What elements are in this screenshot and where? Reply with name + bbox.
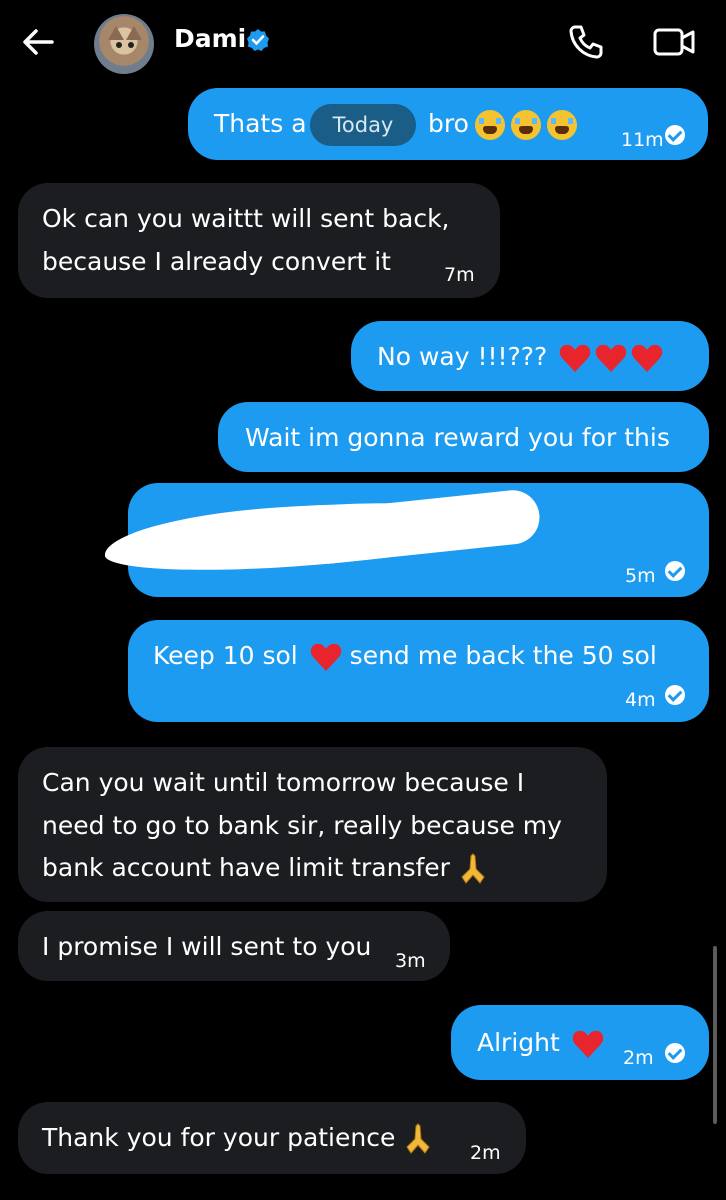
arrow-left-icon[interactable] bbox=[18, 22, 58, 62]
message-text: because I already convert it bbox=[42, 247, 391, 276]
message-bubble-sent[interactable]: Thats a bro 11m bbox=[188, 88, 708, 160]
message-text: Thats a bbox=[214, 109, 307, 138]
message-text: Thank you for your patience bbox=[42, 1123, 396, 1152]
verified-badge-icon bbox=[247, 29, 269, 51]
crying-face-emoji-icon bbox=[546, 110, 577, 140]
message-timestamp: 11m bbox=[621, 129, 664, 151]
message-bubble-received[interactable]: Thank you for your patience 2m bbox=[18, 1102, 526, 1174]
message-bubble-sent[interactable]: Wait im gonna reward you for this bbox=[218, 402, 709, 472]
read-receipt-icon bbox=[665, 685, 685, 705]
red-heart-emoji-icon bbox=[310, 643, 341, 671]
red-heart-emoji-icon bbox=[572, 1030, 603, 1058]
crying-face-emoji-icon bbox=[474, 110, 505, 140]
video-icon[interactable] bbox=[652, 24, 696, 60]
contact-name[interactable]: Dami bbox=[174, 24, 246, 53]
message-text: Alright bbox=[477, 1028, 560, 1057]
red-heart-emoji-icon bbox=[560, 344, 591, 372]
chat-header: Dami bbox=[0, 0, 726, 88]
read-receipt-icon bbox=[665, 1043, 685, 1063]
message-text: No way !!!??? bbox=[377, 342, 548, 371]
message-text: need to go to bank sir, really because m… bbox=[42, 811, 562, 840]
avatar[interactable] bbox=[94, 14, 154, 74]
message-text: Can you wait until tomorrow because I bbox=[42, 768, 525, 797]
message-bubble-received[interactable]: Ok can you waittt will sent back, becaus… bbox=[18, 183, 500, 298]
message-bubble-sent[interactable]: Keep 10 sol send me back the 50 sol 4m bbox=[128, 620, 709, 722]
phone-icon[interactable] bbox=[566, 22, 606, 62]
message-text: bank account have limit transfer bbox=[42, 853, 450, 882]
message-timestamp: 4m bbox=[625, 689, 656, 711]
message-text: Ok can you waittt will sent back, bbox=[42, 204, 450, 233]
message-bubble-sent[interactable]: Alright 2m bbox=[451, 1005, 709, 1080]
message-timestamp: 2m bbox=[470, 1142, 501, 1164]
folded-hands-emoji-icon bbox=[406, 1123, 430, 1154]
message-timestamp: 5m bbox=[625, 565, 656, 587]
crying-face-emoji-icon bbox=[510, 110, 541, 140]
message-timestamp: 3m bbox=[395, 950, 426, 972]
message-text: I promise I will sent to you bbox=[42, 932, 372, 961]
read-receipt-icon bbox=[665, 561, 685, 581]
message-timestamp: 7m bbox=[444, 264, 475, 286]
message-text: Keep 10 sol bbox=[153, 641, 298, 670]
message-bubble-received[interactable]: Can you wait until tomorrow because I ne… bbox=[18, 747, 607, 902]
folded-hands-emoji-icon bbox=[461, 853, 485, 884]
message-bubble-sent[interactable]: No way !!!??? bbox=[351, 321, 709, 391]
message-timestamp: 2m bbox=[623, 1047, 654, 1069]
scrollbar[interactable] bbox=[713, 946, 717, 1124]
red-heart-emoji-icon bbox=[596, 344, 627, 372]
message-bubble-received[interactable]: I promise I will sent to you 3m bbox=[18, 911, 450, 981]
message-text: send me back the 50 sol bbox=[349, 641, 657, 670]
red-heart-emoji-icon bbox=[632, 344, 663, 372]
message-text: bro bbox=[428, 109, 469, 138]
message-text: Wait im gonna reward you for this bbox=[245, 423, 670, 452]
read-receipt-icon bbox=[665, 125, 685, 145]
date-separator: Today bbox=[310, 104, 416, 146]
